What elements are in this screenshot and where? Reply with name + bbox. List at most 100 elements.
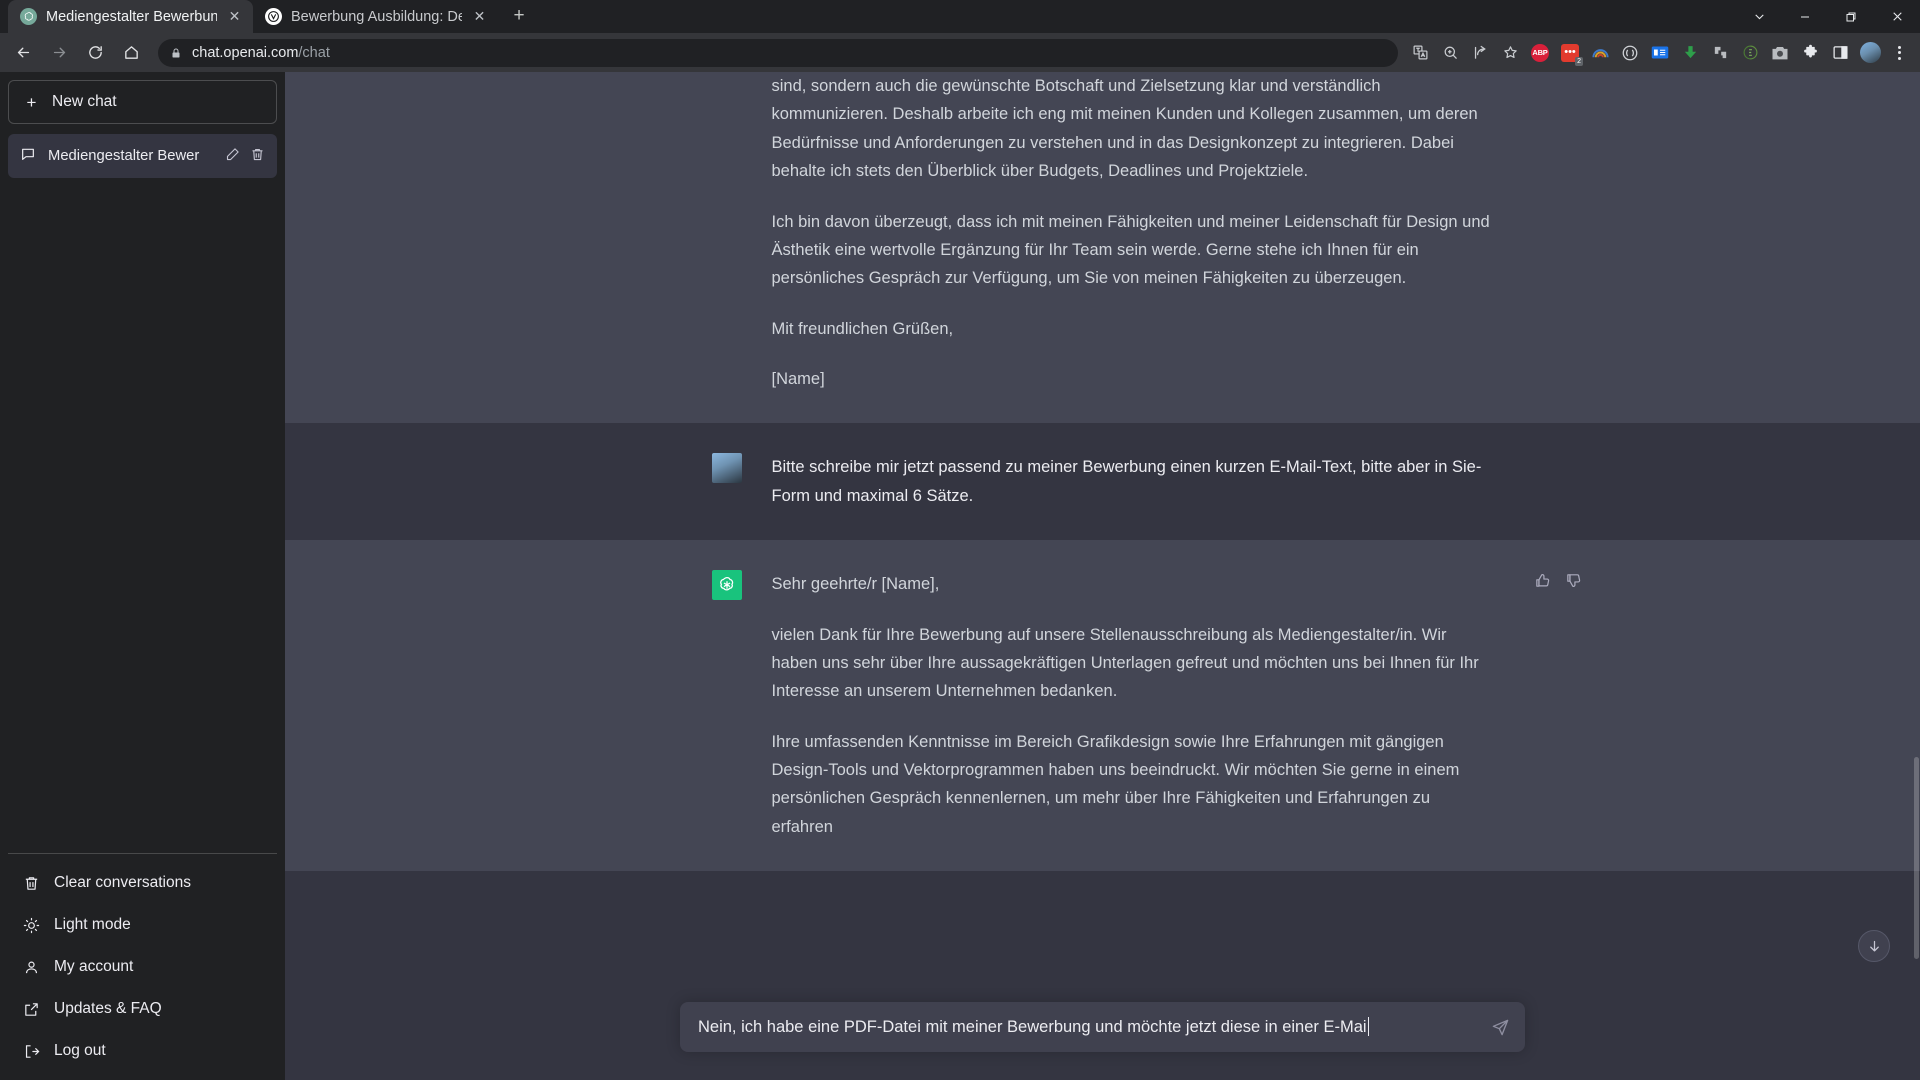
chat-bubble-icon (20, 146, 36, 166)
url-host: chat.openai.com (192, 44, 299, 61)
message-assistant-1: sind, sondern auch die gewünschte Botsch… (285, 72, 1920, 424)
paragraph: vielen Dank für Ihre Bewerbung auf unser… (771, 625, 1479, 701)
tab-close-icon[interactable]: ✕ (226, 8, 243, 25)
rainbow-extension-icon[interactable] (1586, 39, 1614, 67)
forward-icon[interactable] (42, 36, 76, 70)
new-tab-button[interactable]: + (504, 1, 534, 31)
paragraph: Ich bin davon überzeugt, dass ich mit me… (771, 212, 1490, 288)
page-content: + New chat Mediengestalter Bewer Clear c… (0, 72, 1920, 1080)
openai-icon (20, 8, 37, 25)
sidepanel-icon[interactable] (1826, 39, 1854, 67)
puzzle-extensions-icon[interactable] (1796, 39, 1824, 67)
logout-icon (22, 1043, 40, 1060)
gray-arrow-extension-icon[interactable] (1706, 39, 1734, 67)
sidebar-bottom-menu: Clear conversations Light mode My accoun… (8, 853, 277, 1072)
back-icon[interactable] (6, 36, 40, 70)
adblock-badge-label: ABP (1531, 43, 1549, 62)
sidebar-item-clear-conversations[interactable]: Clear conversations (8, 862, 277, 904)
share-icon[interactable] (1466, 39, 1494, 67)
tab-strip: Mediengestalter Bewerbung ✕ Bewerbung Au… (0, 0, 1920, 33)
user-photo-avatar (711, 453, 742, 484)
browser-toolbar: chat.openai.com/chat ABP ••• 2 (0, 33, 1920, 72)
paragraph: Bitte schreibe mir jetzt passend zu mein… (771, 458, 1482, 505)
sidebar-item-light-mode[interactable]: Light mode (8, 904, 277, 946)
browser-window: Mediengestalter Bewerbung ✕ Bewerbung Au… (0, 0, 1920, 1080)
scrollbar-thumb[interactable] (1914, 757, 1919, 960)
camera-icon[interactable] (1766, 39, 1794, 67)
browser-tab-1[interactable]: Mediengestalter Bewerbung ✕ (8, 0, 253, 33)
message-input-container[interactable]: Nein, ich habe eine PDF-Datei mit meiner… (680, 1002, 1525, 1052)
window-controls (1736, 0, 1920, 33)
evernote-icon[interactable] (1736, 39, 1764, 67)
external-link-icon (22, 1001, 40, 1018)
message-assistant-2: Sehr geehrte/r [Name], vielen Dank für I… (285, 540, 1920, 872)
chatgpt-sidebar: + New chat Mediengestalter Bewer Clear c… (0, 72, 1920, 1080)
trash-icon[interactable] (250, 147, 265, 166)
tab-close-icon[interactable]: ✕ (471, 8, 488, 25)
sidebar-item-label: Light mode (54, 916, 131, 933)
window-close-button[interactable] (1874, 0, 1920, 33)
address-bar-url: chat.openai.com/chat (192, 45, 330, 61)
paragraph: Sehr geehrte/r [Name], (771, 575, 940, 594)
message-thread: sind, sondern auch die gewünschte Botsch… (285, 72, 1920, 1002)
message-user-1: Bitte schreibe mir jetzt passend zu mein… (285, 423, 1920, 541)
message-content: sind, sondern auch die gewünschte Botsch… (772, 72, 1494, 393)
paragraph: Ihre umfassenden Kenntnisse im Bereich G… (771, 732, 1460, 836)
message-input-value: Nein, ich habe eine PDF-Datei mit meiner… (698, 1018, 1367, 1036)
profile-avatar-image (1859, 42, 1881, 63)
bookmark-star-icon[interactable] (1496, 39, 1524, 67)
pencil-icon[interactable] (225, 147, 240, 166)
thumbs-down-icon[interactable] (1565, 572, 1582, 594)
new-chat-button[interactable]: + New chat (8, 80, 277, 124)
conversation-item-active[interactable]: Mediengestalter Bewer (8, 134, 277, 178)
openai-logo-avatar (711, 570, 742, 601)
paragraph: Mit freundlichen Grüßen, (771, 319, 954, 338)
conversation-actions (225, 147, 265, 166)
extension-badge-count: 2 (1575, 56, 1583, 66)
zoom-search-icon[interactable] (1436, 39, 1464, 67)
download-arrow-icon[interactable] (1676, 39, 1704, 67)
trash-icon (22, 875, 40, 892)
page-scrollbar[interactable] (1914, 72, 1919, 1080)
chrome-menu-icon[interactable] (1886, 39, 1912, 67)
blue-card-icon[interactable] (1646, 39, 1674, 67)
sidebar-item-label: Clear conversations (54, 874, 191, 891)
chat-main: sind, sondern auch die gewünschte Botsch… (285, 72, 1920, 1080)
message-content: Sehr geehrte/r [Name], vielen Dank für I… (772, 570, 1494, 841)
window-minimize-button[interactable] (1782, 0, 1828, 33)
address-bar[interactable]: chat.openai.com/chat (158, 38, 1398, 67)
plus-icon: + (26, 92, 37, 112)
message-input[interactable]: Nein, ich habe eine PDF-Datei mit meiner… (698, 1017, 1370, 1037)
message-content: Bitte schreibe mir jetzt passend zu mein… (772, 453, 1494, 510)
tab-search-icon[interactable] (1736, 0, 1782, 33)
sidebar-item-label: Updates & FAQ (54, 1000, 162, 1017)
url-path: /chat (298, 44, 330, 61)
red-extension-icon[interactable]: ••• 2 (1556, 39, 1584, 67)
thumbs-up-icon[interactable] (1534, 572, 1551, 594)
tab-title: Mediengestalter Bewerbung (46, 8, 217, 25)
generic-site-icon (265, 8, 282, 25)
sidebar-item-label: Log out (54, 1042, 106, 1059)
send-button[interactable] (1489, 1016, 1511, 1038)
paragraph: [Name] (771, 370, 825, 388)
adblock-plus-icon[interactable]: ABP (1526, 39, 1554, 67)
user-icon (22, 959, 40, 976)
composer-area: Nein, ich habe eine PDF-Datei mit meiner… (285, 1002, 1920, 1080)
window-maximize-button[interactable] (1828, 0, 1874, 33)
sidebar-item-label: My account (54, 958, 134, 975)
scroll-to-bottom-button[interactable] (1858, 930, 1890, 962)
home-icon[interactable] (114, 36, 148, 70)
message-rating-actions (1534, 572, 1582, 594)
translate-icon[interactable] (1406, 39, 1434, 67)
new-chat-label: New chat (52, 93, 117, 110)
text-caret (1367, 1017, 1370, 1036)
profile-avatar[interactable] (1856, 39, 1884, 67)
sidebar-item-log-out[interactable]: Log out (8, 1030, 277, 1072)
sidebar-item-my-account[interactable]: My account (8, 946, 277, 988)
circle-link-icon[interactable] (1616, 39, 1644, 67)
sidebar-item-updates-faq[interactable]: Updates & FAQ (8, 988, 277, 1030)
browser-tab-2[interactable]: Bewerbung Ausbildung: Design- ✕ (253, 0, 498, 33)
reload-icon[interactable] (78, 36, 112, 70)
conversation-list: Mediengestalter Bewer (8, 134, 277, 178)
paragraph: sind, sondern auch die gewünschte Botsch… (771, 77, 1478, 181)
